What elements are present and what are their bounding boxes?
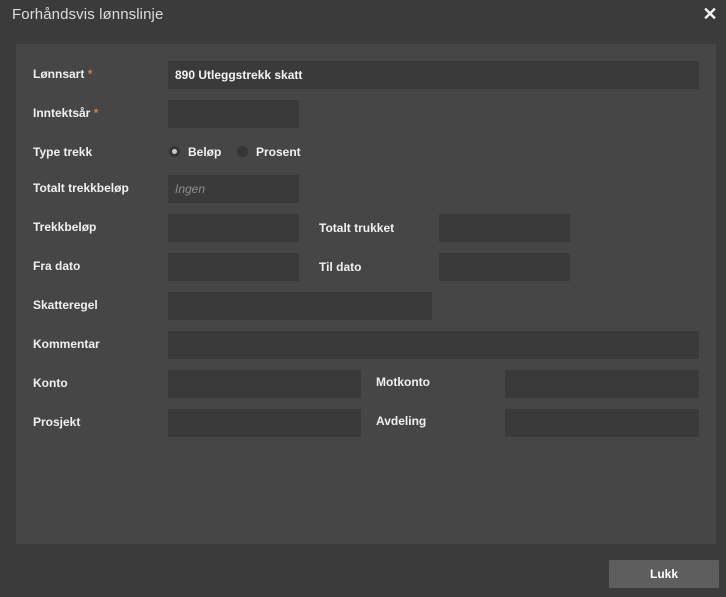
motkonto-label: Motkonto bbox=[376, 375, 430, 389]
radio-belop[interactable] bbox=[169, 146, 180, 157]
totalt-trukket-field[interactable] bbox=[439, 214, 570, 242]
lonnsart-label: Lønnsart * bbox=[33, 67, 92, 81]
avdeling-label: Avdeling bbox=[376, 414, 427, 428]
konto-field[interactable] bbox=[168, 370, 361, 398]
inntektsar-label: Inntektsår * bbox=[33, 106, 98, 120]
trekkbelop-label: Trekkbeløp bbox=[33, 220, 97, 234]
kommentar-field[interactable] bbox=[168, 331, 699, 359]
totalt-trekkbelop-label: Totalt trekkbeløp bbox=[33, 181, 129, 195]
til-dato-field[interactable] bbox=[439, 253, 570, 281]
totalt-trukket-label: Totalt trukket bbox=[319, 221, 395, 235]
inntektsar-field[interactable] bbox=[168, 100, 299, 128]
type-trekk-label: Type trekk bbox=[33, 145, 93, 159]
skatteregel-label: Skatteregel bbox=[33, 298, 98, 312]
prosjekt-label: Prosjekt bbox=[33, 415, 81, 429]
konto-label: Konto bbox=[33, 376, 68, 390]
required-marker: * bbox=[93, 106, 99, 120]
close-icon[interactable]: ✕ bbox=[702, 3, 718, 25]
lonnsart-field[interactable]: 890 Utleggstrekk skatt bbox=[168, 61, 699, 89]
fra-dato-field[interactable] bbox=[168, 253, 299, 281]
preview-dialog: Forhåndsvis lønnslinje ✕ Lønnsart * 890 … bbox=[0, 0, 726, 597]
trekkbelop-field[interactable] bbox=[168, 214, 299, 242]
lonnsart-label-text: Lønnsart bbox=[33, 67, 85, 81]
motkonto-field[interactable] bbox=[505, 370, 699, 398]
skatteregel-field[interactable] bbox=[168, 292, 432, 320]
til-dato-label: Til dato bbox=[319, 260, 362, 274]
lukk-button[interactable]: Lukk bbox=[609, 560, 719, 588]
radio-prosent[interactable] bbox=[237, 146, 248, 157]
required-marker: * bbox=[87, 67, 93, 81]
totalt-trekkbelop-field[interactable]: Ingen bbox=[168, 175, 299, 203]
prosjekt-field[interactable] bbox=[168, 409, 361, 437]
dialog-title: Forhåndsvis lønnslinje bbox=[12, 6, 164, 23]
avdeling-field[interactable] bbox=[505, 409, 699, 437]
radio-belop-label[interactable]: Beløp bbox=[188, 145, 221, 159]
totalt-trekkbelop-placeholder: Ingen bbox=[175, 182, 206, 196]
fra-dato-label: Fra dato bbox=[33, 259, 81, 273]
inntektsar-label-text: Inntektsår bbox=[33, 106, 91, 120]
radio-prosent-label[interactable]: Prosent bbox=[256, 145, 301, 159]
kommentar-label: Kommentar bbox=[33, 337, 100, 351]
